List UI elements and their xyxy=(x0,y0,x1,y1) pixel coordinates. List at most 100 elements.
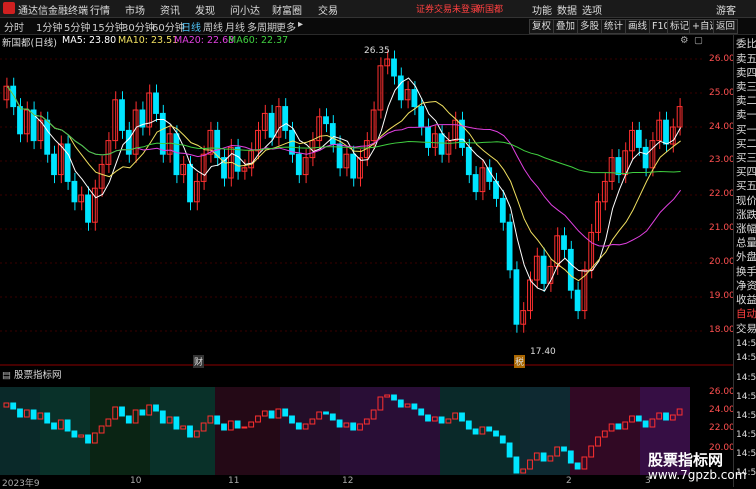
price-candle xyxy=(438,133,445,155)
indicator-candle xyxy=(391,394,397,401)
indicator-candle xyxy=(472,428,479,435)
period-15min[interactable]: 15分钟 xyxy=(92,19,125,34)
price-candle xyxy=(452,119,459,142)
price-candle xyxy=(425,126,431,148)
rp-sell1: 卖一 xyxy=(736,109,756,121)
price-candle xyxy=(397,75,404,101)
menu-xuanxiang[interactable]: 选项 xyxy=(582,2,602,17)
period-1min[interactable]: 1分钟 xyxy=(36,19,62,34)
price-candle xyxy=(663,119,669,145)
indicator-candle xyxy=(567,450,574,464)
menu-jiaoyi[interactable]: 交易 xyxy=(318,2,338,17)
kline-chart[interactable] xyxy=(0,35,733,487)
rp-auto[interactable]: 自动 xyxy=(736,308,756,320)
price-candle xyxy=(615,157,622,176)
period-fenshi[interactable]: 分时 xyxy=(4,19,24,34)
period-daily[interactable]: 日线 xyxy=(181,19,201,34)
price-candle xyxy=(173,133,180,176)
indicator-candle xyxy=(241,426,248,429)
indicator-candle xyxy=(486,426,493,432)
indicator-candle xyxy=(44,412,51,424)
indicator-zone xyxy=(0,387,40,475)
date-label-2023-9: 2023年9 xyxy=(2,479,40,489)
rp-buy3: 买三 xyxy=(736,152,756,164)
price-candle xyxy=(574,289,581,312)
period-multi[interactable]: 多周期 xyxy=(247,19,277,34)
ind-label-26: 26.00 xyxy=(709,387,735,397)
menu-wenxiaoda[interactable]: 问小达 xyxy=(230,2,260,17)
price-candle xyxy=(465,146,472,176)
price-candle xyxy=(10,85,17,108)
indicator-candle xyxy=(295,422,302,430)
ind-label-22: 22.00 xyxy=(709,423,735,433)
back-button[interactable]: 返回 xyxy=(713,19,739,34)
tongji-button[interactable]: 统计 xyxy=(601,19,627,34)
price-label-22: 22.00 xyxy=(709,189,735,199)
price-candle xyxy=(85,194,91,223)
price-label-26: 26.00 xyxy=(709,54,735,64)
period-monthly[interactable]: 月线 xyxy=(225,19,245,34)
period-weekly[interactable]: 周线 xyxy=(203,19,223,34)
indicator-candle xyxy=(615,423,622,430)
rp-turnover: 换手 xyxy=(736,266,756,278)
rp-buy2: 买二 xyxy=(736,138,756,150)
price-candle xyxy=(520,310,527,325)
duogu-button[interactable]: 多股 xyxy=(577,19,603,34)
menu-faxian[interactable]: 发现 xyxy=(195,2,215,17)
rp-buy5: 买五 xyxy=(736,180,756,192)
price-candle xyxy=(554,235,561,267)
user-label[interactable]: 游客 xyxy=(716,2,736,17)
rp-time-2: 14:50 xyxy=(736,353,756,363)
indicator-candle xyxy=(17,408,23,418)
fuquan-button[interactable]: 复权 xyxy=(529,19,555,34)
period-5min[interactable]: 5分钟 xyxy=(64,19,90,34)
rp-change-pct: 涨幅 xyxy=(736,223,756,235)
indicator-menu-icon[interactable]: ▤ xyxy=(2,370,11,381)
indicator-candle xyxy=(465,420,472,430)
indicator-candle xyxy=(187,425,193,438)
price-candle xyxy=(17,106,23,135)
diejia-button[interactable]: 叠加 xyxy=(553,19,579,34)
indicator-candle xyxy=(10,402,17,410)
rp-time-1: 14:50 xyxy=(736,339,756,349)
indicator-candle xyxy=(159,410,166,424)
price-label-19: 19.00 xyxy=(709,291,735,301)
menu-gongneng[interactable]: 功能 xyxy=(532,2,552,17)
indicator-candle xyxy=(268,410,275,419)
login-notice[interactable]: 证券交易未登录 xyxy=(416,2,479,15)
price-candle xyxy=(656,119,663,142)
price-candle xyxy=(642,146,649,169)
huaxian-button[interactable]: 画线 xyxy=(625,19,651,34)
menu-shichang[interactable]: 市场 xyxy=(125,2,145,17)
price-candle xyxy=(193,180,200,203)
price-candle xyxy=(125,129,132,155)
menu-shuju[interactable]: 数据 xyxy=(557,2,577,17)
app-name: 通达信金融终端 xyxy=(18,6,88,17)
menu-hangqing[interactable]: 行情 xyxy=(90,2,110,17)
price-candle xyxy=(44,119,51,155)
date-label-2: 2 xyxy=(566,476,572,486)
period-60min[interactable]: 60分钟 xyxy=(152,19,185,34)
period-30min[interactable]: 30分钟 xyxy=(122,19,155,34)
indicator-candle xyxy=(51,422,57,430)
indicator-candle xyxy=(513,456,520,474)
rp-sell3: 卖三 xyxy=(736,81,756,93)
high-price-annotation: 26.35 xyxy=(364,46,390,56)
ma-lines xyxy=(6,77,682,292)
indicator-candle xyxy=(438,416,445,424)
menu-caifuquan[interactable]: 财富圈 xyxy=(272,2,302,17)
more-chevron-icon[interactable]: ▸ xyxy=(298,19,303,30)
period-more[interactable]: 更多 xyxy=(276,19,296,34)
indicator-candle xyxy=(119,406,125,417)
menu-zixun[interactable]: 资讯 xyxy=(160,2,180,17)
indicator-candle xyxy=(350,422,357,431)
event-marker-shui[interactable]: 税 xyxy=(514,355,526,368)
price-candle xyxy=(187,163,193,203)
indicator-candle xyxy=(234,420,241,429)
indicator-candle xyxy=(125,415,132,424)
indicator-candle xyxy=(506,442,513,458)
rp-trade[interactable]: 交易 xyxy=(736,323,756,335)
event-marker-cai[interactable]: 财 xyxy=(193,355,205,368)
rp-sell2: 卖二 xyxy=(736,95,756,107)
low-price-annotation: 17.40 xyxy=(530,347,556,357)
